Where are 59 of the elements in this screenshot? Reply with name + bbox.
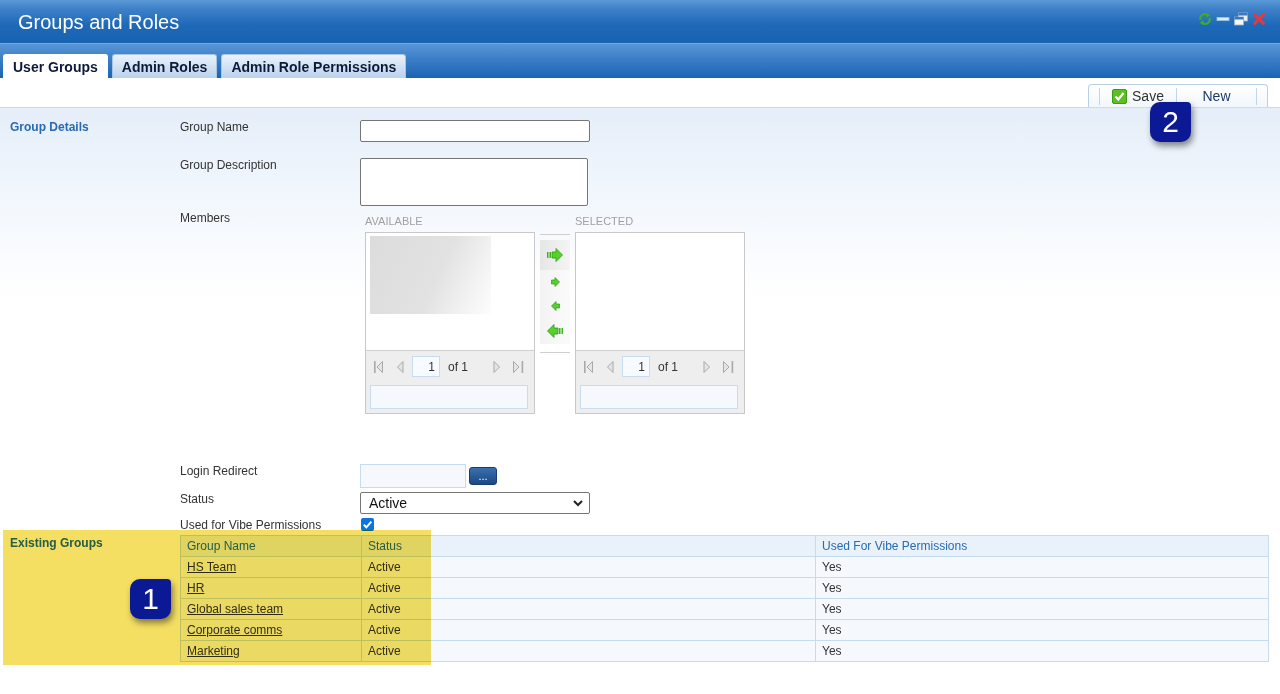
login-redirect-input[interactable] bbox=[360, 464, 466, 488]
field-label: Status bbox=[180, 492, 215, 506]
group-name-input[interactable] bbox=[360, 120, 590, 142]
page-number-field[interactable]: 1 bbox=[622, 356, 650, 377]
group-link[interactable]: HS Team bbox=[187, 560, 237, 574]
remove-all-button[interactable] bbox=[540, 318, 570, 344]
page-count: of 1 bbox=[658, 359, 678, 374]
group-description-input[interactable] bbox=[360, 158, 588, 206]
double-arrow-left-icon bbox=[547, 324, 563, 338]
double-arrow-right-icon bbox=[547, 248, 563, 262]
group-link[interactable]: HR bbox=[187, 581, 205, 595]
next-page-icon[interactable] bbox=[703, 360, 711, 373]
check-icon bbox=[1112, 88, 1128, 104]
first-page-icon[interactable] bbox=[584, 360, 593, 373]
group-link[interactable]: Global sales team bbox=[187, 602, 284, 616]
field-label: Used for Vibe Permissions bbox=[180, 518, 322, 532]
window-title: Groups and Roles bbox=[18, 9, 180, 34]
list-heading: SELECTED bbox=[575, 215, 634, 227]
previous-page-icon[interactable] bbox=[396, 360, 404, 373]
group-link[interactable]: Marketing bbox=[187, 644, 240, 658]
add-all-button[interactable] bbox=[540, 240, 570, 270]
add-button[interactable] bbox=[540, 270, 570, 294]
member-list[interactable]: 1 of 1 bbox=[365, 232, 535, 414]
field-label: Members bbox=[180, 211, 230, 225]
table-cell: Yes bbox=[815, 577, 1269, 599]
callout-badge: 2 bbox=[1150, 102, 1191, 142]
tab[interactable]: Admin Roles bbox=[111, 54, 218, 78]
table-cell: Yes bbox=[815, 619, 1269, 641]
member-list[interactable]: 1 of 1 bbox=[575, 232, 745, 414]
column-header: Used For Vibe Permissions bbox=[815, 535, 1269, 557]
group-link[interactable]: Corporate comms bbox=[187, 623, 283, 637]
section-heading: Existing Groups bbox=[9, 536, 103, 550]
filter-field[interactable] bbox=[580, 385, 738, 409]
status-dropdown[interactable]: Active bbox=[360, 492, 590, 514]
restore-icon[interactable] bbox=[1234, 11, 1248, 26]
tab[interactable]: Admin Role Permissions bbox=[221, 54, 407, 78]
table-cell: Yes bbox=[815, 598, 1269, 620]
previous-page-icon[interactable] bbox=[606, 360, 614, 373]
refresh-icon[interactable] bbox=[1198, 11, 1212, 26]
first-page-icon[interactable] bbox=[374, 360, 383, 373]
field-label: Group Name bbox=[180, 120, 249, 134]
arrow-right-icon bbox=[550, 277, 560, 287]
arrow-left-icon bbox=[550, 301, 560, 311]
chevron-icon bbox=[573, 499, 583, 507]
page-count: of 1 bbox=[448, 359, 468, 374]
table-cell: Yes bbox=[815, 556, 1269, 578]
callout-badge: 1 bbox=[130, 579, 171, 619]
next-page-icon[interactable] bbox=[493, 360, 501, 373]
browse-button[interactable]: ... bbox=[469, 467, 497, 485]
table-cell: Yes bbox=[815, 640, 1269, 662]
last-page-icon[interactable] bbox=[723, 360, 734, 373]
field-label: Group Description bbox=[180, 158, 277, 172]
list-heading: AVAILABLE bbox=[365, 215, 423, 227]
page-number-field[interactable]: 1 bbox=[412, 356, 440, 377]
last-page-icon[interactable] bbox=[513, 360, 524, 373]
filter-field[interactable] bbox=[370, 385, 528, 409]
tab[interactable]: User Groups bbox=[3, 54, 108, 78]
section-heading: Group Details bbox=[9, 120, 89, 134]
field-label: Login Redirect bbox=[180, 464, 258, 478]
